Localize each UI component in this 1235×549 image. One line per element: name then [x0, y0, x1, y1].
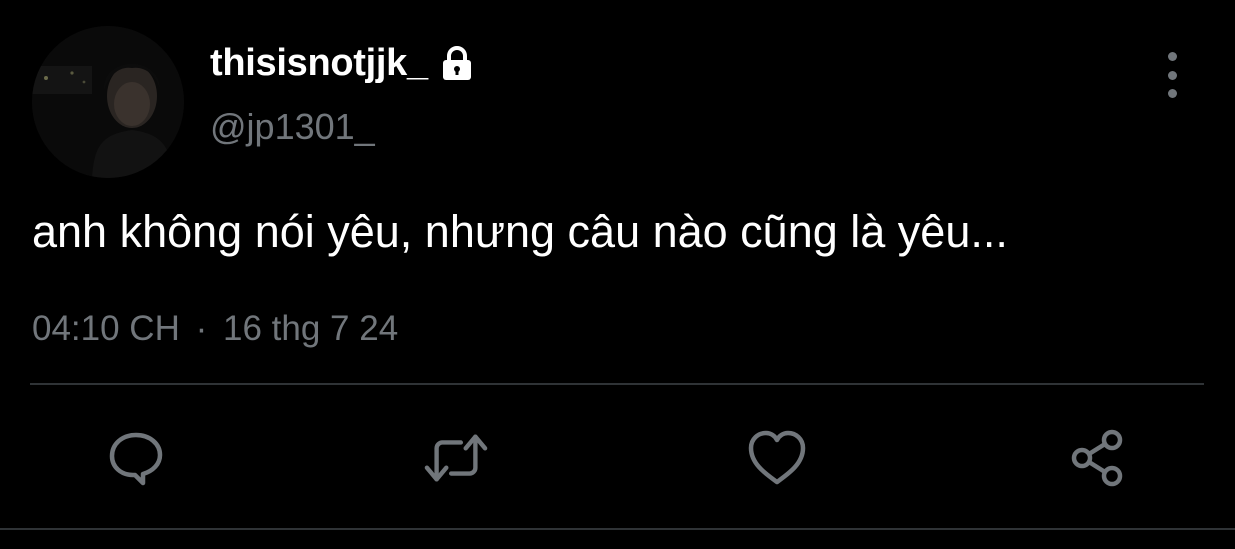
- lock-icon: [438, 44, 476, 82]
- retweet-button[interactable]: [424, 426, 488, 490]
- like-icon: [748, 430, 806, 485]
- reply-button[interactable]: [104, 426, 168, 490]
- timestamp-separator: ·: [195, 309, 208, 348]
- share-button[interactable]: [1066, 426, 1130, 490]
- bottom-divider: [0, 528, 1235, 530]
- like-button[interactable]: [745, 426, 809, 490]
- avatar-photo: [32, 26, 184, 178]
- reply-icon: [109, 432, 163, 486]
- display-name-row: thisisnotjjk_: [210, 40, 476, 86]
- display-name[interactable]: thisisnotjjk_: [210, 42, 428, 85]
- tweet-text: anh không nói yêu, nhưng câu nào cũng là…: [32, 206, 1008, 257]
- user-handle[interactable]: @jp1301_: [210, 106, 375, 148]
- retweet-icon: [424, 434, 488, 482]
- divider: [30, 383, 1204, 385]
- more-options-icon[interactable]: [1155, 52, 1189, 98]
- tweet-date[interactable]: 16 thg 7 24: [223, 309, 398, 348]
- share-icon: [1071, 429, 1123, 487]
- avatar[interactable]: [32, 26, 184, 178]
- tweet-time[interactable]: 04:10 CH: [32, 309, 180, 348]
- tweet: thisisnotjjk_ @jp1301_ anh không nói yêu…: [0, 0, 1235, 549]
- timestamp-row: 04:10 CH · 16 thg 7 24: [32, 309, 398, 349]
